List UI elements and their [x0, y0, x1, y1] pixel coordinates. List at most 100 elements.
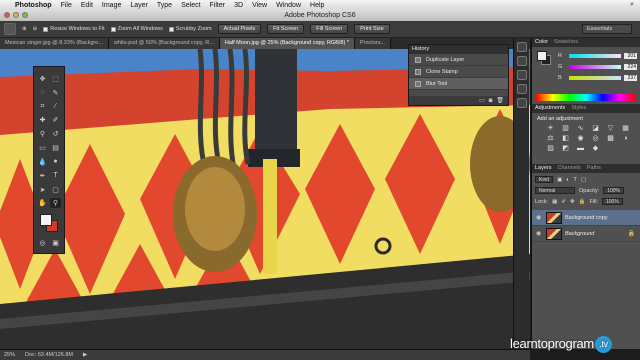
- visibility-eye-icon[interactable]: ◉: [536, 214, 543, 221]
- color-lookup-icon[interactable]: ▩: [606, 135, 615, 143]
- tab-layers[interactable]: Layers: [535, 164, 552, 173]
- history-brush-tool-icon[interactable]: ↺: [50, 129, 61, 139]
- marquee-tool-icon[interactable]: ⬚: [50, 74, 61, 84]
- zoom-in-icon[interactable]: ⊕: [22, 26, 27, 32]
- exposure-icon[interactable]: ◪: [591, 125, 600, 133]
- filter-adjustment-icon[interactable]: ◐: [566, 177, 569, 183]
- photo-filter-icon[interactable]: ◉: [576, 135, 585, 143]
- filter-shape-icon[interactable]: ▢: [581, 177, 586, 183]
- screen-mode-icon[interactable]: ▣: [50, 238, 61, 248]
- tab-adjustments[interactable]: Adjustments: [535, 104, 565, 113]
- zoom-out-icon[interactable]: ⊖: [33, 26, 38, 32]
- blue-value[interactable]: 237: [624, 74, 637, 81]
- blend-mode-select[interactable]: Normal: [535, 187, 575, 194]
- invert-icon[interactable]: ◑: [621, 135, 630, 143]
- gradient-tool-icon[interactable]: ▤: [50, 143, 61, 153]
- properties-panel-icon[interactable]: [516, 56, 527, 66]
- layer-row-background-copy[interactable]: ◉ Background copy: [532, 210, 640, 226]
- menu-file[interactable]: File: [61, 2, 72, 9]
- brush-panel-icon[interactable]: [516, 84, 527, 94]
- lock-paint-icon[interactable]: ✐: [561, 199, 566, 205]
- lock-all-icon[interactable]: 🔒: [579, 199, 586, 205]
- fill-screen-button[interactable]: Fill Screen: [310, 24, 349, 34]
- opacity-input[interactable]: 100%: [603, 187, 624, 194]
- new-document-icon[interactable]: ▭: [479, 97, 485, 104]
- clone-source-panel-icon[interactable]: [516, 98, 527, 108]
- menu-help[interactable]: Help: [310, 2, 324, 9]
- quick-select-tool-icon[interactable]: ✎: [50, 88, 61, 98]
- tab-channels[interactable]: Channels: [558, 164, 581, 173]
- workspace-select[interactable]: Essentials: [582, 24, 632, 34]
- selective-color-icon[interactable]: ◆: [591, 145, 600, 153]
- filter-type-icon[interactable]: T: [574, 177, 577, 183]
- red-slider[interactable]: R 201: [558, 52, 637, 59]
- foreground-color-swatch[interactable]: [40, 214, 52, 227]
- tab-swatches[interactable]: Swatches: [554, 38, 578, 47]
- vibrance-icon[interactable]: ▽: [606, 125, 615, 133]
- brush-tool-icon[interactable]: ✐: [50, 115, 61, 125]
- menu-filter[interactable]: Filter: [210, 2, 226, 9]
- status-arrow-icon[interactable]: ▶: [83, 352, 87, 358]
- menu-window[interactable]: Window: [276, 2, 301, 9]
- history-item[interactable]: Clone Stamp: [409, 66, 508, 78]
- gradient-map-icon[interactable]: ▬: [576, 145, 585, 153]
- fit-screen-button[interactable]: Fit Screen: [267, 24, 305, 34]
- zoom-level[interactable]: 25%: [4, 352, 15, 358]
- move-tool-icon[interactable]: ✥: [37, 74, 48, 84]
- menu-type[interactable]: Type: [157, 2, 172, 9]
- history-title[interactable]: History: [412, 45, 429, 54]
- zoom-all-windows-checkbox[interactable]: Zoom All Windows: [110, 26, 163, 32]
- menu-3d[interactable]: 3D: [234, 2, 243, 9]
- red-value[interactable]: 201: [624, 52, 637, 59]
- zoom-tool-preset-icon[interactable]: [4, 23, 16, 35]
- color-balance-icon[interactable]: ⚖: [546, 135, 555, 143]
- blur-tool-icon[interactable]: 💧: [37, 157, 48, 167]
- zoom-button[interactable]: [22, 12, 28, 18]
- menu-edit[interactable]: Edit: [81, 2, 93, 9]
- lock-position-icon[interactable]: ✥: [570, 199, 575, 205]
- layer-kind-select[interactable]: Kind: [535, 176, 554, 183]
- tab-paths[interactable]: Paths: [587, 164, 601, 173]
- path-selection-tool-icon[interactable]: ➤: [37, 185, 48, 195]
- menu-image[interactable]: Image: [102, 2, 121, 9]
- menu-select[interactable]: Select: [181, 2, 200, 9]
- hand-tool-icon[interactable]: ✋: [37, 198, 48, 208]
- black-white-icon[interactable]: ◧: [561, 135, 570, 143]
- actual-pixels-button[interactable]: Actual Pixels: [217, 24, 262, 34]
- print-size-button[interactable]: Print Size: [354, 24, 390, 34]
- type-tool-icon[interactable]: T: [50, 171, 61, 181]
- hue-saturation-icon[interactable]: ▦: [621, 125, 630, 133]
- close-button[interactable]: [4, 12, 10, 18]
- eraser-tool-icon[interactable]: ▭: [37, 143, 48, 153]
- quick-mask-icon[interactable]: ◎: [37, 238, 48, 248]
- tab-half-moon[interactable]: Half Moon.jpg @ 25% (Background copy, RG…: [219, 38, 355, 49]
- tab-white-psd[interactable]: white.psd @ 50% (Background copy, R...: [108, 38, 220, 49]
- crop-tool-icon[interactable]: ⌗: [37, 102, 48, 112]
- resize-windows-checkbox[interactable]: Resize Windows to Fit: [43, 26, 105, 32]
- green-value[interactable]: 224: [624, 63, 637, 70]
- pen-tool-icon[interactable]: ✒: [37, 171, 48, 181]
- document-size[interactable]: Doc: 63.4M/126.8M: [25, 352, 73, 358]
- lock-pixels-icon[interactable]: ▦: [552, 199, 557, 205]
- info-panel-icon[interactable]: [516, 70, 527, 80]
- filter-pixel-icon[interactable]: ▣: [557, 177, 562, 183]
- threshold-icon[interactable]: ◩: [561, 145, 570, 153]
- eyedropper-tool-icon[interactable]: ⁄: [50, 102, 61, 112]
- visibility-eye-icon[interactable]: ◉: [536, 230, 543, 237]
- menu-app-name[interactable]: Photoshop: [15, 2, 52, 9]
- trash-icon[interactable]: 🗑: [496, 97, 504, 104]
- menu-layer[interactable]: Layer: [130, 2, 148, 9]
- color-spectrum[interactable]: [536, 94, 636, 101]
- healing-brush-tool-icon[interactable]: ✚: [37, 115, 48, 125]
- snapshot-icon[interactable]: ◙: [489, 98, 493, 104]
- spotlight-icon[interactable]: ⌕: [630, 1, 634, 9]
- blue-slider[interactable]: B 237: [558, 74, 637, 81]
- clone-stamp-tool-icon[interactable]: ⚲: [37, 129, 48, 139]
- shape-tool-icon[interactable]: ▢: [50, 185, 61, 195]
- menu-view[interactable]: View: [252, 2, 267, 9]
- levels-icon[interactable]: ▥: [561, 125, 570, 133]
- layer-row-background[interactable]: ◉ Background 🔒: [532, 226, 640, 242]
- history-item[interactable]: Duplicate Layer: [409, 54, 508, 66]
- brightness-contrast-icon[interactable]: ☀: [546, 125, 555, 133]
- scrubby-zoom-checkbox[interactable]: Scrubby Zoom: [168, 26, 212, 32]
